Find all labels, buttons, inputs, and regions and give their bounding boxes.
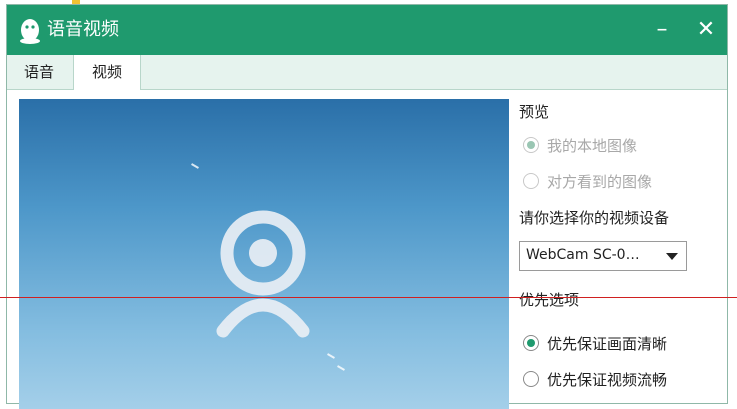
title-bar[interactable]: 语音视频 – ✕ bbox=[7, 5, 727, 55]
close-icon[interactable]: ✕ bbox=[694, 17, 718, 43]
radio-local-image[interactable]: 我的本地图像 bbox=[523, 133, 637, 157]
annotation-line bbox=[0, 297, 737, 298]
chevron-down-icon[interactable] bbox=[666, 253, 678, 260]
light-streak bbox=[191, 163, 199, 169]
select-value: WebCam SC-0… bbox=[526, 247, 640, 263]
radio-label: 优先保证视频流畅 bbox=[547, 370, 668, 389]
radio-label: 我的本地图像 bbox=[547, 136, 638, 155]
radio-priority-clarity[interactable]: 优先保证画面清晰 bbox=[523, 331, 667, 355]
preview-section-label: 预览 bbox=[519, 103, 550, 121]
radio-label: 优先保证画面清晰 bbox=[547, 334, 668, 353]
light-streak bbox=[327, 353, 335, 359]
window-title: 语音视频 bbox=[47, 19, 119, 40]
radio-button[interactable] bbox=[523, 173, 539, 189]
device-section-label: 请你选择你的视频设备 bbox=[519, 209, 670, 227]
tab-video[interactable]: 视频 bbox=[73, 55, 141, 90]
video-device-select[interactable]: WebCam SC-0… bbox=[519, 241, 687, 271]
qq-penguin-icon bbox=[20, 19, 40, 44]
light-streak bbox=[337, 365, 345, 371]
radio-priority-smoothness[interactable]: 优先保证视频流畅 bbox=[523, 367, 667, 391]
tab-voice[interactable]: 语音 bbox=[13, 55, 65, 89]
video-preview bbox=[19, 99, 509, 409]
webcam-icon bbox=[216, 210, 310, 338]
tab-bar: 语音 视频 bbox=[7, 55, 727, 90]
priority-section-label: 优先选项 bbox=[519, 291, 580, 309]
voice-video-window: 语音视频 – ✕ 语音 视频 预览 我的本地图像 对方看到的图像 请你选择你的视… bbox=[6, 4, 728, 409]
radio-button[interactable] bbox=[523, 335, 539, 351]
radio-label: 对方看到的图像 bbox=[547, 172, 653, 191]
radio-button[interactable] bbox=[523, 371, 539, 387]
radio-remote-image[interactable]: 对方看到的图像 bbox=[523, 169, 652, 193]
radio-button[interactable] bbox=[523, 137, 539, 153]
minimize-icon[interactable]: – bbox=[650, 17, 674, 43]
